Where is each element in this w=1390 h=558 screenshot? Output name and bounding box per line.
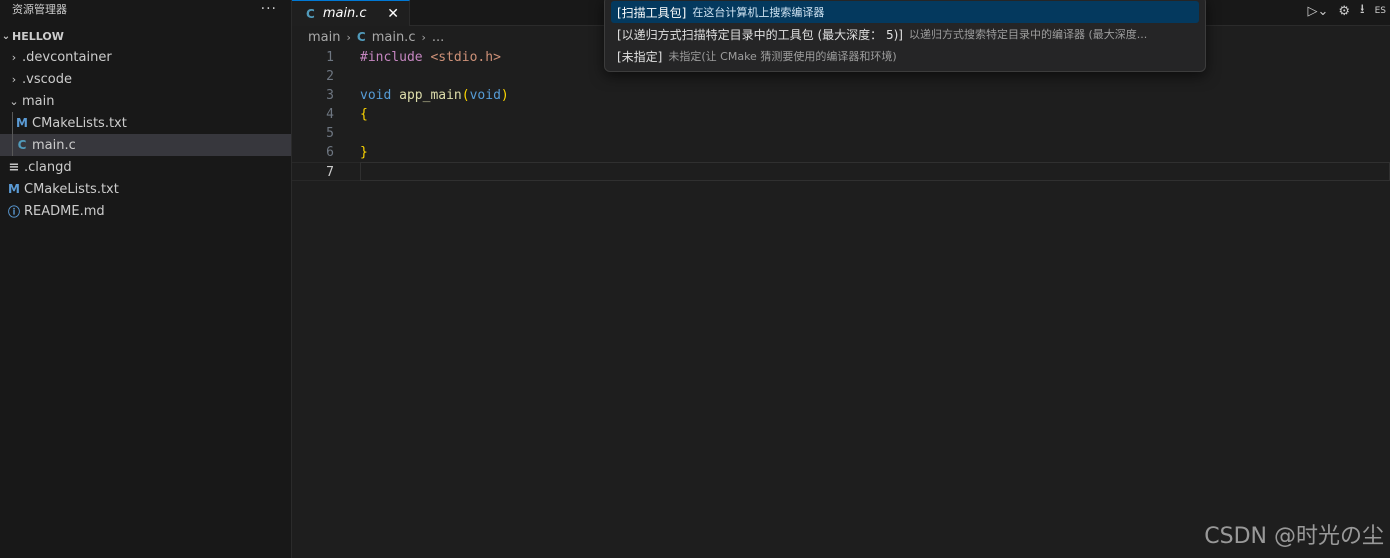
explorer-title: 资源管理器 bbox=[12, 3, 67, 16]
tree-item[interactable]: Cmain.c bbox=[0, 134, 291, 156]
code-text: } bbox=[360, 143, 368, 162]
option-label: [以递归方式扫描特定目录中的工具包 (最大深度： 5)] bbox=[617, 27, 903, 42]
breadcrumb-folder[interactable]: main bbox=[308, 30, 340, 45]
close-icon[interactable]: ✕ bbox=[387, 6, 399, 22]
code-line[interactable]: 7 bbox=[292, 162, 1390, 181]
breadcrumb-more[interactable]: ... bbox=[432, 30, 444, 45]
line-number: 4 bbox=[326, 107, 334, 122]
tree-item-label: CMakeLists.txt bbox=[24, 181, 119, 197]
editor-actions: ▷⌄ ⚙ ⭳ ES bbox=[1307, 0, 1390, 22]
code-token: ) bbox=[500, 88, 509, 103]
line-number: 6 bbox=[326, 145, 334, 160]
code-text: #include <stdio.h> bbox=[360, 48, 501, 67]
tree-item[interactable]: ⓘ README.md bbox=[0, 200, 291, 222]
code-line[interactable]: 6} bbox=[292, 143, 1390, 162]
chevron-right-icon: › bbox=[346, 30, 351, 44]
tab-main-c[interactable]: C main.c ✕ bbox=[292, 0, 410, 26]
tree-item-label: CMakeLists.txt bbox=[32, 115, 127, 131]
workspace-section-header[interactable]: ⌄ HELLOW bbox=[0, 26, 291, 46]
line-number: 3 bbox=[326, 88, 334, 103]
code-text: void app_main(void) bbox=[360, 86, 509, 105]
run-icon[interactable]: ▷⌄ bbox=[1307, 4, 1328, 19]
line-number: 1 bbox=[326, 50, 334, 65]
tree-item[interactable]: M CMakeLists.txt bbox=[0, 178, 291, 200]
option-description: 在这台计算机上搜索编译器 bbox=[692, 6, 825, 19]
watermark: CSDN @时光の尘 bbox=[1204, 524, 1384, 549]
explorer-header: 资源管理器 ··· bbox=[0, 0, 291, 18]
file-tree: › .devcontainer › .vscode ⌄ main M CMakeLists.t… bbox=[0, 46, 291, 222]
code-line[interactable]: 5 bbox=[292, 124, 1390, 143]
tree-item[interactable]: ≡ .clangd bbox=[0, 156, 291, 178]
tree-item[interactable]: ⌄ main bbox=[0, 90, 291, 112]
truncated-action-label[interactable]: ES bbox=[1375, 6, 1386, 16]
option-label: [扫描工具包] bbox=[617, 5, 687, 20]
gear-icon[interactable]: ⚙ bbox=[1338, 4, 1350, 19]
option-label: [未指定] bbox=[617, 49, 663, 64]
lines-file-icon: ≡ bbox=[8, 159, 20, 175]
code-editor[interactable]: 1 #include <stdio.h> 2 3 void app_main(void)… bbox=[292, 48, 1390, 558]
option-description: 未指定(让 CMake 猜测要使用的编译器和环境) bbox=[668, 50, 897, 63]
kit-quick-pick: [扫描工具包] 在这台计算机上搜索编译器 [以递归方式扫描特定目录中的工具包 (最大… bbox=[604, 0, 1206, 72]
more-actions-icon[interactable]: ··· bbox=[261, 1, 277, 17]
info-file-icon: ⓘ bbox=[7, 204, 20, 219]
code-text: { bbox=[360, 105, 368, 124]
tree-item[interactable]: M CMakeLists.txt bbox=[0, 112, 291, 134]
c-file-icon: C bbox=[306, 6, 315, 21]
quick-pick-option[interactable]: [扫描工具包] 在这台计算机上搜索编译器 bbox=[611, 1, 1199, 23]
tree-item[interactable]: › .vscode bbox=[0, 68, 291, 90]
quick-pick-option[interactable]: [以递归方式扫描特定目录中的工具包 (最大深度： 5)] 以递归方式搜索特定目录中… bbox=[611, 23, 1199, 45]
code-token: void bbox=[360, 88, 400, 103]
code-token: <stdio.h> bbox=[430, 50, 501, 65]
workspace-name: HELLOW bbox=[12, 29, 64, 43]
breadcrumb: main › C main.c › ... bbox=[308, 28, 444, 46]
tree-item-label: .clangd bbox=[24, 159, 72, 175]
tree-item-label: main bbox=[22, 93, 55, 109]
code-token: #include bbox=[360, 50, 431, 65]
breadcrumb-file[interactable]: main.c bbox=[372, 30, 416, 45]
explorer-sidebar: 资源管理器 ··· ⌄ HELLOW › .devcontainer › .vscod… bbox=[0, 0, 292, 558]
tree-item-label: .devcontainer bbox=[22, 49, 112, 65]
chevron-right-icon: › bbox=[11, 50, 17, 64]
c-file-icon: C bbox=[356, 30, 366, 44]
code-token: ( bbox=[461, 88, 470, 103]
chevron-down-icon: ⌄ bbox=[9, 94, 19, 108]
line-number: 5 bbox=[326, 126, 334, 141]
line-number: 7 bbox=[326, 165, 334, 180]
tree-item-label: main.c bbox=[32, 137, 76, 153]
code-token: app_main bbox=[399, 88, 462, 103]
code-line[interactable]: 4{ bbox=[292, 105, 1390, 124]
indent-guide bbox=[12, 112, 13, 156]
line-number: 2 bbox=[326, 69, 334, 84]
cmake-file-icon: M bbox=[8, 182, 20, 196]
tree-item-label: README.md bbox=[24, 203, 105, 219]
chevron-down-icon: ⌄ bbox=[1, 30, 11, 42]
current-line-highlight bbox=[360, 162, 1390, 181]
cmake-file-icon: M bbox=[16, 116, 28, 130]
code-token: void bbox=[469, 88, 501, 103]
c-file-icon: C bbox=[17, 138, 27, 152]
chevron-right-icon: › bbox=[11, 72, 17, 86]
tree-item-label: .vscode bbox=[22, 71, 72, 87]
tree-item[interactable]: › .devcontainer bbox=[0, 46, 291, 68]
code-token: } bbox=[360, 145, 368, 160]
tab-label: main.c bbox=[322, 6, 367, 21]
download-icon[interactable]: ⭳ bbox=[1360, 0, 1365, 22]
quick-pick-option[interactable]: [未指定] 未指定(让 CMake 猜测要使用的编译器和环境) bbox=[611, 45, 1199, 67]
option-description: 以递归方式搜索特定目录中的编译器 (最大深度... bbox=[909, 28, 1148, 41]
chevron-right-icon: › bbox=[421, 30, 426, 44]
code-line[interactable]: 3 void app_main(void) bbox=[292, 86, 1390, 105]
code-token: { bbox=[360, 107, 368, 122]
